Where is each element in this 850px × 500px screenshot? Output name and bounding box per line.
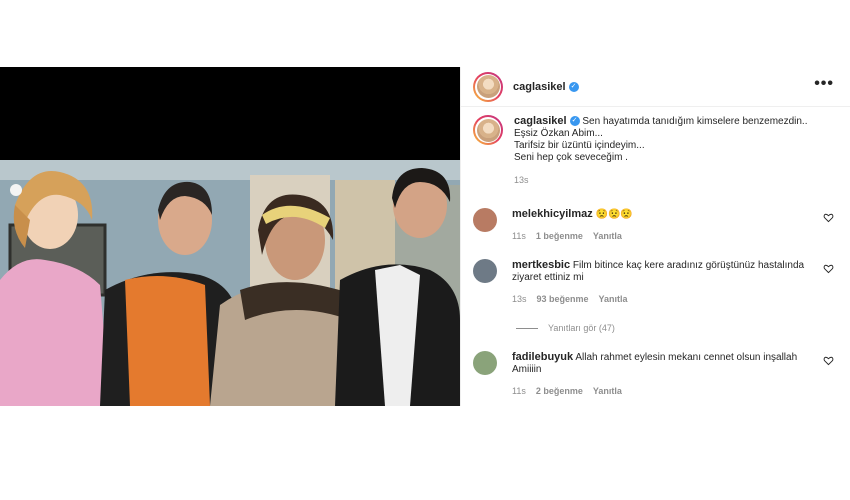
comment-time[interactable]: 11s bbox=[512, 230, 526, 242]
view-replies-button[interactable]: Yanıtları gör (47) bbox=[516, 323, 615, 333]
verified-badge-icon: ✓ bbox=[568, 81, 579, 92]
comment-item: fadilebuyuk Allah rahmet eylesin mekanı … bbox=[473, 351, 840, 397]
post-photo-illustration bbox=[0, 160, 460, 406]
post-sidebar: caglasikel ✓ ••• caglasikel ✓ Sen hayatım… bbox=[460, 67, 850, 406]
comment-time[interactable]: 11s bbox=[512, 385, 526, 397]
post-header: caglasikel ✓ ••• bbox=[461, 67, 850, 107]
commenter-avatar[interactable] bbox=[473, 351, 497, 375]
caption-username[interactable]: caglasikel bbox=[514, 115, 567, 127]
author-username[interactable]: caglasikel bbox=[513, 81, 566, 93]
commenter-avatar[interactable] bbox=[473, 208, 497, 232]
post-photo[interactable] bbox=[0, 160, 460, 406]
comment-time[interactable]: 13s bbox=[512, 293, 527, 305]
verified-badge-icon: ✓ bbox=[569, 116, 580, 127]
caption-author-avatar[interactable] bbox=[473, 115, 503, 145]
commenter-avatar[interactable] bbox=[473, 259, 497, 283]
caption-line-2: Eşsiz Özkan Abim... bbox=[514, 128, 603, 139]
replies-divider bbox=[516, 327, 538, 329]
more-horizontal-icon[interactable]: ••• bbox=[814, 75, 834, 93]
comment-likes[interactable]: 1 beğenme bbox=[536, 230, 583, 242]
author-avatar[interactable] bbox=[473, 71, 503, 102]
comment-meta: 13s 93 beğenme Yanıtla bbox=[512, 293, 812, 305]
comment-reply-button[interactable]: Yanıtla bbox=[593, 385, 622, 397]
comment-meta: 11s 1 beğenme Yanıtla bbox=[512, 230, 812, 242]
comment-meta: 11s 2 beğenme Yanıtla bbox=[512, 385, 812, 397]
instagram-post: caglasikel ✓ ••• caglasikel ✓ Sen hayatım… bbox=[0, 67, 850, 406]
comment-username[interactable]: melekhicyilmaz bbox=[512, 208, 593, 220]
caption-line-4: Seni hep çok seveceğim . bbox=[514, 152, 628, 163]
post-media bbox=[0, 67, 460, 406]
comment-likes[interactable]: 2 beğenme bbox=[536, 385, 583, 397]
like-heart-icon[interactable] bbox=[823, 212, 834, 223]
post-caption: caglasikel ✓ Sen hayatımda tanıdığım kims… bbox=[473, 115, 840, 186]
view-replies-label: Yanıtları gör (47) bbox=[548, 323, 615, 333]
comment-reply-button[interactable]: Yanıtla bbox=[593, 230, 622, 242]
caption-timestamp[interactable]: 13s bbox=[514, 174, 808, 186]
like-heart-icon[interactable] bbox=[823, 355, 834, 366]
caption-line-3: Tarifsiz bir üzüntü içindeyim... bbox=[514, 140, 645, 151]
comment-username[interactable]: mertkesbic bbox=[512, 259, 570, 271]
comment-item: melekhicyilmaz 😟😟😟 11s 1 beğenme Yanıtla bbox=[473, 208, 840, 242]
comment-item: mertkesbic Film bitince kaç kere aradını… bbox=[473, 259, 840, 305]
comment-likes[interactable]: 93 beğenme bbox=[537, 293, 589, 305]
like-heart-icon[interactable] bbox=[823, 263, 834, 274]
caption-line-1: Sen hayatımda tanıdığım kimselere benzem… bbox=[582, 116, 808, 127]
comment-username[interactable]: fadilebuyuk bbox=[512, 351, 573, 363]
comment-text: 😟😟😟 bbox=[595, 209, 633, 220]
comment-reply-button[interactable]: Yanıtla bbox=[599, 293, 628, 305]
